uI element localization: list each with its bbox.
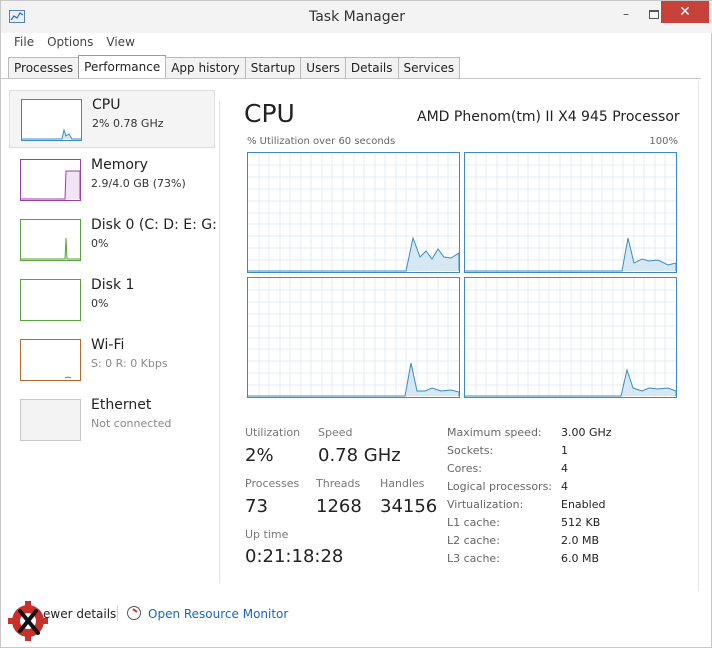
spec-key: L2 cache:: [447, 534, 500, 547]
spec-key: L3 cache:: [447, 552, 500, 565]
resource-name: Wi-Fi: [91, 337, 125, 353]
title-bar: Task Manager – ✕: [1, 1, 712, 33]
cpu-thumbnail: [21, 99, 82, 141]
graph-max-label: 100%: [649, 136, 678, 147]
spec-value: 4: [561, 480, 568, 493]
spec-value: 2.0 MB: [561, 534, 600, 547]
tab-strip: Processes Performance App history Startu…: [8, 55, 461, 78]
pane-divider[interactable]: [219, 101, 220, 583]
resource-name: CPU: [92, 97, 121, 113]
disk0-thumbnail: [20, 219, 81, 261]
ethernet-thumbnail: [20, 399, 81, 441]
uptime-value: 0:21:18:28: [245, 546, 344, 567]
wifi-thumbnail: [20, 339, 81, 381]
spec-key: Logical processors:: [447, 480, 553, 493]
resource-disk-1[interactable]: Disk 1 0%: [9, 271, 215, 329]
menu-options[interactable]: Options: [40, 33, 99, 53]
minimize-button[interactable]: –: [613, 5, 639, 23]
graph-axis-caption: % Utilization over 60 seconds: [247, 136, 396, 147]
cpu-core-graph-1[interactable]: [247, 152, 460, 273]
resource-subtitle: 2% 0.78 GHz: [92, 117, 164, 130]
cpu-core-graph-2[interactable]: [464, 152, 677, 273]
speed-value: 0.78 GHz: [318, 445, 401, 466]
resource-subtitle: 0%: [91, 237, 109, 250]
memory-thumbnail: [20, 159, 81, 201]
processes-value: 73: [245, 496, 268, 517]
maximize-icon: [649, 9, 659, 19]
cpu-core-graph-3[interactable]: [247, 277, 460, 398]
tab-underline: [1, 78, 701, 79]
resource-subtitle: 2.9/4.0 GB (73%): [91, 177, 186, 190]
resource-monitor-icon[interactable]: [127, 606, 141, 620]
open-resource-monitor-link[interactable]: Open Resource Monitor: [148, 607, 288, 621]
handles-value: 34156: [380, 496, 438, 517]
processes-label: Processes: [245, 477, 300, 490]
resource-wifi[interactable]: Wi-Fi S: 0 R: 0 Kbps: [9, 331, 215, 389]
spec-value: Enabled: [561, 498, 606, 511]
cpu-heading: CPU: [244, 99, 295, 128]
task-manager-window: Task Manager – ✕ File Options View Proce…: [0, 0, 712, 648]
spec-value: 4: [561, 462, 568, 475]
resource-subtitle: S: 0 R: 0 Kbps: [91, 357, 168, 370]
handles-label: Handles: [380, 477, 425, 490]
tab-processes[interactable]: Processes: [8, 57, 80, 78]
spec-key: Maximum speed:: [447, 426, 542, 439]
uptime-label: Up time: [245, 528, 289, 541]
spec-key: L1 cache:: [447, 516, 500, 529]
spec-key: Virtualization:: [447, 498, 524, 511]
tab-performance[interactable]: Performance: [78, 55, 167, 78]
window-title: Task Manager: [308, 9, 406, 25]
resource-name: Disk 1: [91, 277, 135, 293]
speed-label: Speed: [318, 426, 353, 439]
right-edge: [698, 81, 699, 591]
resource-subtitle: Not connected: [91, 417, 172, 430]
footer-separator: [117, 605, 118, 621]
cpu-core-graph-4[interactable]: [464, 277, 677, 398]
threads-label: Threads: [316, 477, 361, 490]
utilization-label: Utilization: [245, 426, 301, 439]
resource-disk-0[interactable]: Disk 0 (C: D: E: G: F 0%: [9, 211, 219, 269]
resource-ethernet[interactable]: Ethernet Not connected: [9, 391, 215, 449]
resource-cpu[interactable]: CPU 2% 0.78 GHz: [9, 90, 215, 148]
menu-bar: File Options View: [7, 33, 141, 53]
resource-name: Memory: [91, 157, 148, 173]
processor-name: AMD Phenom(tm) II X4 945 Processor: [417, 109, 680, 125]
threads-value: 1268: [316, 496, 362, 517]
spec-value: 6.0 MB: [561, 552, 600, 565]
tab-services[interactable]: Services: [397, 57, 461, 78]
resource-name: Ethernet: [91, 397, 152, 413]
tab-app-history[interactable]: App history: [165, 57, 246, 78]
spec-key: Cores:: [447, 462, 482, 475]
spec-key: Sockets:: [447, 444, 494, 457]
fewer-details-link[interactable]: ewer details: [43, 607, 116, 621]
menu-file[interactable]: File: [7, 33, 40, 53]
spec-value: 1: [561, 444, 568, 457]
utilization-value: 2%: [245, 445, 274, 466]
close-button[interactable]: ✕: [661, 1, 709, 23]
resource-subtitle: 0%: [91, 297, 109, 310]
spec-value: 3.00 GHz: [561, 426, 612, 439]
resource-name: Disk 0 (C: D: E: G: F: [91, 217, 219, 233]
tab-users[interactable]: Users: [300, 57, 346, 78]
resource-list: CPU 2% 0.78 GHz Memory 2.9/4.0 GB (73%) …: [9, 85, 219, 585]
resource-memory[interactable]: Memory 2.9/4.0 GB (73%): [9, 151, 215, 209]
disk1-thumbnail: [20, 279, 81, 321]
tab-details[interactable]: Details: [344, 57, 399, 78]
menu-view[interactable]: View: [99, 33, 140, 53]
spec-value: 512 KB: [561, 516, 601, 529]
tab-startup[interactable]: Startup: [244, 57, 302, 78]
